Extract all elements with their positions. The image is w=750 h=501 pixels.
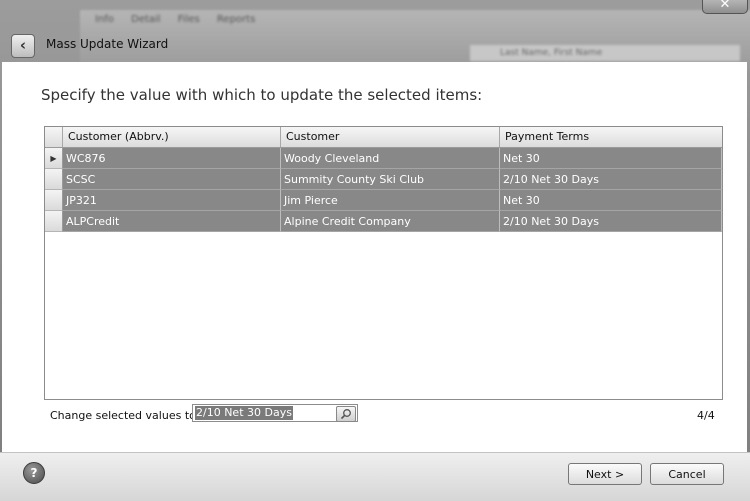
cell-customer[interactable]: Summity County Ski Club — [281, 169, 500, 190]
close-button[interactable]: ✕ — [702, 0, 748, 14]
table-row[interactable]: ALPCredit Alpine Credit Company 2/10 Net… — [45, 211, 722, 232]
cell-abbrv[interactable]: ALPCredit — [63, 211, 281, 232]
cell-abbrv[interactable]: WC876 — [63, 148, 281, 169]
cell-payment-terms[interactable]: Net 30 — [500, 148, 722, 169]
cell-customer[interactable]: Alpine Credit Company — [281, 211, 500, 232]
background-tab: Info — [95, 14, 114, 25]
table-row[interactable]: SCSC Summity County Ski Club 2/10 Net 30… — [45, 169, 722, 190]
cell-abbrv[interactable]: JP321 — [63, 190, 281, 211]
cell-payment-terms[interactable]: 2/10 Net 30 Days — [500, 169, 722, 190]
column-header-customer[interactable]: Customer — [281, 127, 500, 147]
grid-header: Customer (Abbrv.) Customer Payment Terms — [45, 127, 722, 148]
lookup-button[interactable] — [336, 406, 356, 422]
row-selector[interactable] — [45, 211, 63, 232]
cell-abbrv[interactable]: SCSC — [63, 169, 281, 190]
wizard-title: Mass Update Wizard — [46, 37, 169, 51]
items-grid[interactable]: Customer (Abbrv.) Customer Payment Terms… — [44, 126, 723, 400]
background-tab: Reports — [216, 14, 256, 25]
row-selector[interactable] — [45, 169, 63, 190]
background-tab: Detail — [131, 14, 161, 25]
background-tabs: Info Detail Files Reports — [95, 14, 269, 25]
change-values-label: Change selected values to: — [50, 409, 200, 422]
cell-payment-terms[interactable]: 2/10 Net 30 Days — [500, 211, 722, 232]
close-icon: ✕ — [719, 0, 731, 12]
change-value-input[interactable]: 2/10 Net 30 Days — [192, 404, 358, 422]
column-header-abbrv[interactable]: Customer (Abbrv.) — [63, 127, 281, 147]
cancel-button[interactable]: Cancel — [650, 463, 724, 485]
back-button[interactable]: ‹ — [11, 34, 35, 58]
background-tab: Files — [177, 14, 200, 25]
wizard-content: Specify the value with which to update t… — [2, 62, 747, 452]
wizard-titlebar: ‹ Mass Update Wizard — [0, 30, 750, 62]
instruction-text: Specify the value with which to update t… — [41, 86, 483, 104]
table-row[interactable]: JP321 Jim Pierce Net 30 — [45, 190, 722, 211]
cell-payment-terms[interactable]: Net 30 — [500, 190, 722, 211]
chevron-left-icon: ‹ — [19, 36, 27, 54]
table-row[interactable]: ▶ WC876 Woody Cleveland Net 30 — [45, 148, 722, 169]
column-header-payment-terms[interactable]: Payment Terms — [500, 127, 722, 147]
help-button[interactable]: ? — [23, 462, 45, 484]
change-value-text[interactable]: 2/10 Net 30 Days — [195, 406, 293, 420]
search-icon — [340, 409, 351, 420]
current-row-indicator-icon[interactable]: ▶ — [45, 148, 63, 169]
help-icon: ? — [30, 466, 38, 480]
cell-customer[interactable]: Jim Pierce — [281, 190, 500, 211]
row-selector[interactable] — [45, 190, 63, 211]
row-selector-header — [45, 127, 63, 147]
wizard-footer: ? Next > Cancel — [0, 452, 750, 501]
next-button[interactable]: Next > — [568, 463, 642, 485]
step-counter: 4/4 — [697, 409, 715, 422]
cell-customer[interactable]: Woody Cleveland — [281, 148, 500, 169]
